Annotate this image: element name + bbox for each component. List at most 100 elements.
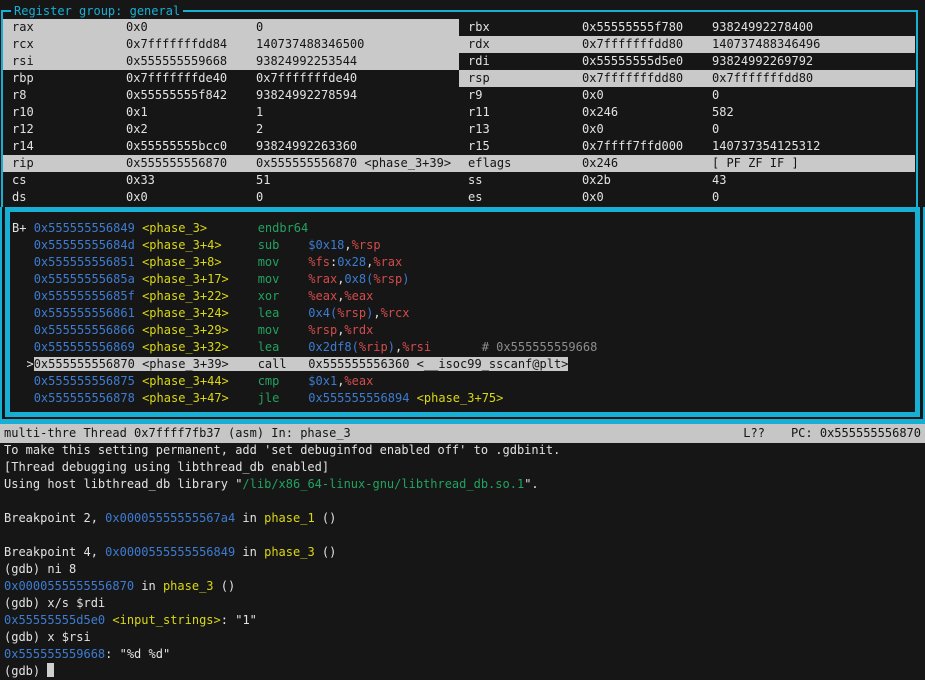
text-token: %rsp: [352, 238, 381, 252]
text-token: ): [402, 272, 409, 286]
text-token: [135, 391, 142, 405]
text-token: [279, 255, 308, 269]
text-token: <phase_3>: [142, 221, 207, 235]
register-row-cs: cs0x3351: [3, 172, 459, 189]
register-decimal-value: 93824992253544: [256, 53, 357, 70]
text-token: <phase_3+75>: [417, 391, 504, 405]
register-name: r14: [12, 138, 34, 155]
text-token: [135, 272, 142, 286]
text-token: %rdx: [344, 323, 373, 337]
text-token: [287, 357, 309, 371]
text-token: [229, 374, 258, 388]
register-name: ds: [12, 189, 26, 206]
register-column-right: rbx0x55555555f78093824992278400rdx 0x7fff…: [459, 19, 915, 206]
disasm-line: 0x55555555685f <phase_3+22> xor %eax,%ea…: [12, 288, 915, 305]
console-line: [4, 493, 925, 510]
console-line: 0x55555555d5e0 <input_strings>: "1": [4, 612, 925, 629]
gdb-console[interactable]: To make this setting permanent, add 'set…: [0, 442, 925, 679]
register-name: ss: [468, 172, 482, 189]
register-name: r11: [468, 104, 490, 121]
register-hex-value: 0x0: [582, 189, 604, 206]
text-token: 0x0000555555556870: [4, 579, 134, 593]
console-line: (gdb) x $rsi: [4, 629, 925, 646]
register-row-rbx: rbx0x55555555f78093824992278400: [459, 19, 915, 36]
register-decimal-value: 140737488346496: [712, 36, 820, 53]
disasm-line: 0x555555556866 <phase_3+29> mov %rsp,%rd…: [12, 322, 915, 339]
console-line: Breakpoint 4, 0x0000555555556849 in phas…: [4, 544, 925, 561]
register-hex-value: 0x55555555f780: [582, 19, 683, 36]
text-token: <phase_3+17>: [142, 272, 229, 286]
register-name: r10: [12, 104, 34, 121]
text-token: 0x555555556861: [34, 306, 135, 320]
console-line: [4, 527, 925, 544]
text-token: 0x555555556360: [308, 357, 409, 371]
console-line: (gdb) x/s $rdi: [4, 595, 925, 612]
register-name: rip: [12, 155, 34, 172]
register-decimal-value: 0: [256, 189, 263, 206]
text-token: (gdb): [4, 664, 47, 678]
register-row-rsi: rsi0x55555555966893824992253544: [3, 53, 459, 70]
console-line: Using host libthread_db library "/lib/x8…: [4, 476, 925, 493]
register-row-r15: r150x7ffff7ffd000140737354125312: [459, 138, 915, 155]
register-row-rdi: rdi0x55555555d5e093824992269792: [459, 53, 915, 70]
text-token: : "%d %d": [105, 647, 170, 661]
terminal-cursor[interactable]: [47, 663, 54, 677]
text-token: %rsp: [337, 306, 366, 320]
text-token: in: [235, 511, 264, 525]
text-token: (): [315, 511, 337, 525]
disasm-line: 0x55555555685a <phase_3+17> mov %rax,0x8…: [12, 271, 915, 288]
register-decimal-value: [ PF ZF IF ]: [712, 155, 799, 172]
register-decimal-value: 0: [712, 87, 719, 104]
text-token: [135, 289, 142, 303]
text-token: [12, 323, 34, 337]
disassembly-window[interactable]: B+ 0x555555556849 <phase_3> endbr64 0x55…: [0, 207, 925, 424]
register-name: r15: [468, 138, 490, 155]
register-decimal-value: 1: [256, 104, 263, 121]
register-window-title: Register group: general: [11, 4, 183, 18]
register-name: rdx: [468, 36, 490, 53]
register-hex-value: 0x7fffffffdd84: [126, 36, 227, 53]
disassembly-content: B+ 0x555555556849 <phase_3> endbr64 0x55…: [5, 207, 920, 417]
current-instruction-highlight: 0x555555556870 <phase_3+39> call 0x55555…: [34, 357, 569, 371]
text-token: %rsi: [402, 340, 431, 354]
register-row-rsp: rsp0x7fffffffdd800x7fffffffdd80: [459, 70, 915, 87]
register-decimal-value: 2: [256, 121, 263, 138]
text-token: [409, 391, 416, 405]
text-token: [279, 306, 308, 320]
text-token: (): [315, 545, 337, 559]
text-token: [279, 323, 308, 337]
register-hex-value: 0x0: [582, 87, 604, 104]
text-token: 0x55555555685a: [34, 272, 135, 286]
register-row-r14: r140x55555555bcc093824992263360: [3, 138, 459, 155]
register-row-r12: r120x22: [3, 121, 459, 138]
text-token: 0x55555555684d: [34, 238, 135, 252]
text-token: [135, 238, 142, 252]
text-token: <phase_3+39>: [142, 357, 229, 371]
register-row-rax: rax0x00: [3, 19, 459, 36]
text-token: lea: [258, 306, 280, 320]
register-decimal-value: 93824992263360: [256, 138, 357, 155]
register-row-r11: r110x246582: [459, 104, 915, 121]
register-hex-value: 0x0: [126, 19, 148, 36]
register-row-rdx: rdx 0x7fffffffdd80 140737488346496: [459, 36, 915, 53]
text-token: [12, 272, 34, 286]
text-token: >: [12, 357, 34, 371]
text-token: [135, 340, 142, 354]
text-token: [222, 255, 258, 269]
text-token: [12, 238, 34, 252]
console-line: [Thread debugging using libthread_db ena…: [4, 459, 925, 476]
text-token: [229, 340, 258, 354]
text-token: [12, 340, 34, 354]
text-token: 0x555555556875: [34, 374, 135, 388]
register-hex-value: 0x7fffffffdd80: [582, 36, 683, 53]
register-row-r9: r90x00: [459, 87, 915, 104]
console-line: 0x0000555555556870 in phase_3 (): [4, 578, 925, 595]
text-token: $0x1: [308, 374, 337, 388]
text-token: 0x555555556878: [34, 391, 135, 405]
text-token: 0x0000555555556849: [105, 545, 235, 559]
text-token: %rip: [359, 340, 388, 354]
status-gap: [765, 425, 791, 442]
text-token: (gdb) ni 8: [4, 562, 76, 576]
text-token: <phase_3+4>: [142, 238, 221, 252]
text-token: [409, 357, 416, 371]
